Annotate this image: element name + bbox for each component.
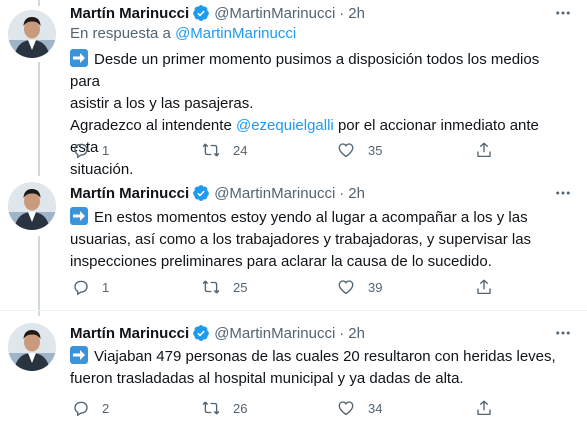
retweet-button[interactable]: 25 [201, 277, 247, 297]
author-handle[interactable]: @MartinMarinucci [214, 5, 335, 22]
share-icon [477, 142, 491, 158]
action-bar: 1 25 39 [70, 277, 570, 297]
avatar-photo-icon [8, 323, 56, 371]
author-name[interactable]: Martín Marinucci [70, 185, 189, 202]
tweet-text-line: usuarias, así como a los trabajadores y … [70, 231, 532, 248]
tweet[interactable]: Martín Marinucci @MartinMarinucci · 2h E… [0, 0, 587, 178]
author-name[interactable]: Martín Marinucci [70, 5, 189, 22]
tweet-header: Martín Marinucci @MartinMarinucci · 2h [70, 183, 365, 203]
right-arrow-emoji-icon [70, 49, 88, 67]
like-button[interactable]: 35 [336, 140, 382, 160]
tweet-header: Martín Marinucci @MartinMarinucci · 2h [70, 3, 365, 23]
share-button[interactable] [475, 398, 493, 418]
tweet-header: Martín Marinucci @MartinMarinucci · 2h [70, 323, 365, 343]
tweet-text-line: En estos momentos estoy yendo al lugar a… [70, 207, 570, 229]
share-icon [477, 279, 491, 295]
reply-count: 2 [102, 400, 110, 416]
right-arrow-emoji-icon [70, 346, 88, 364]
separator-dot: · [339, 4, 345, 22]
heart-icon [338, 401, 354, 416]
mention-link[interactable]: @ezequielgalli [236, 117, 334, 134]
reply-to-handle-link[interactable]: @MartinMarinucci [175, 25, 296, 42]
retweet-icon [202, 280, 220, 294]
reply-button[interactable]: 1 [72, 140, 109, 160]
timestamp[interactable]: 2h [348, 185, 365, 202]
reply-icon [74, 401, 88, 417]
author-handle[interactable]: @MartinMarinucci [214, 185, 335, 202]
action-bar: 1 24 35 [70, 140, 570, 160]
tweet-text-line: inspecciones preliminares para aclarar l… [70, 253, 492, 270]
tweet-text-line: fueron trasladadas al hospital municipal… [70, 370, 464, 387]
reply-icon [74, 143, 88, 159]
retweet-icon [202, 143, 220, 157]
retweet-button[interactable]: 26 [201, 398, 247, 418]
more-options-icon[interactable] [551, 183, 575, 203]
avatar-photo-icon [8, 10, 56, 58]
verified-badge-icon [192, 184, 210, 202]
action-bar: 2 26 34 [70, 398, 570, 418]
verified-badge-icon [192, 324, 210, 342]
retweet-icon [202, 401, 220, 415]
retweet-count: 26 [233, 400, 248, 416]
verified-badge-icon [192, 4, 210, 22]
like-count: 34 [368, 400, 383, 416]
author-handle[interactable]: @MartinMarinucci [214, 325, 335, 342]
retweet-count: 24 [233, 142, 248, 158]
tweet[interactable]: Martín Marinucci @MartinMarinucci · 2h V… [0, 310, 587, 430]
tweet-text: Desde un primer momento pusimos a dispos… [70, 49, 570, 181]
reply-button[interactable]: 1 [72, 277, 109, 297]
share-icon [477, 400, 491, 416]
timestamp[interactable]: 2h [348, 325, 365, 342]
share-button[interactable] [475, 277, 493, 297]
like-count: 39 [368, 279, 383, 295]
avatar[interactable] [8, 10, 56, 58]
retweet-count: 25 [233, 279, 248, 295]
reply-prefix: En respuesta a [70, 25, 171, 42]
more-options-icon[interactable] [551, 323, 575, 343]
reply-button[interactable]: 2 [72, 398, 109, 418]
tweet-text-segment: Agradezco al intendente [70, 117, 232, 134]
separator-dot: · [339, 324, 345, 342]
tweet-text-line: Viajaban 479 personas de las cuales 20 r… [70, 346, 570, 368]
avatar[interactable] [8, 182, 56, 230]
tweet-text-segment: Desde un primer momento pusimos a dispos… [70, 51, 540, 90]
separator-dot: · [339, 184, 345, 202]
reply-count: 1 [102, 142, 110, 158]
avatar[interactable] [8, 323, 56, 371]
like-count: 35 [368, 142, 383, 158]
reply-icon [74, 280, 88, 296]
tweet-text: Viajaban 479 personas de las cuales 20 r… [70, 346, 570, 390]
more-options-icon[interactable] [551, 3, 575, 23]
tweet-text-segment: Viajaban 479 personas de las cuales 20 r… [94, 348, 556, 365]
avatar-photo-icon [8, 182, 56, 230]
tweet-text: En estos momentos estoy yendo al lugar a… [70, 207, 570, 273]
heart-icon [338, 143, 354, 158]
share-button[interactable] [475, 140, 493, 160]
tweet[interactable]: Martín Marinucci @MartinMarinucci · 2h E… [0, 167, 587, 310]
like-button[interactable]: 39 [336, 277, 382, 297]
tweet-text-line: asistir a los y las pasajeras. [70, 95, 254, 112]
like-button[interactable]: 34 [336, 398, 382, 418]
tweet-text-segment: En estos momentos estoy yendo al lugar a… [94, 209, 528, 226]
tweet-text-line: Desde un primer momento pusimos a dispos… [70, 49, 570, 93]
reply-count: 1 [102, 279, 110, 295]
reply-context: En respuesta a @MartinMarinucci [70, 25, 296, 42]
right-arrow-emoji-icon [70, 207, 88, 225]
timestamp[interactable]: 2h [348, 5, 365, 22]
retweet-button[interactable]: 24 [201, 140, 247, 160]
tweet-thread: Martín Marinucci @MartinMarinucci · 2h E… [0, 0, 587, 430]
author-name[interactable]: Martín Marinucci [70, 325, 189, 342]
heart-icon [338, 280, 354, 295]
